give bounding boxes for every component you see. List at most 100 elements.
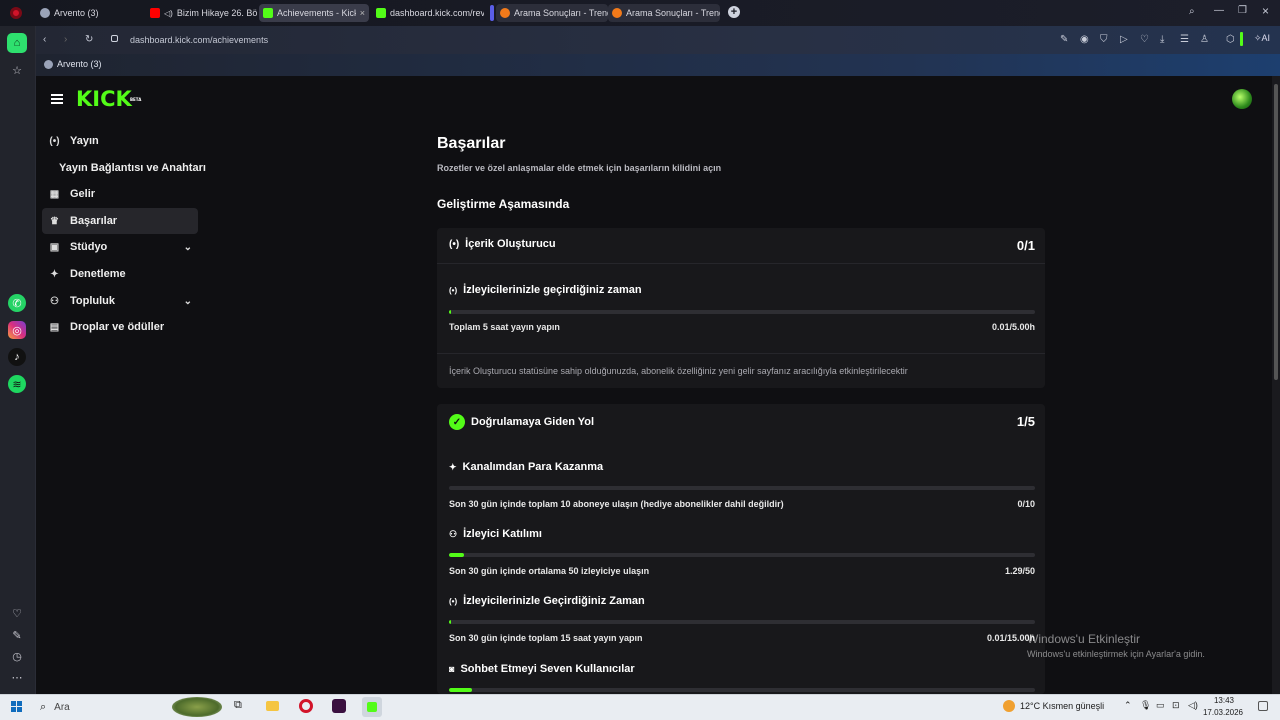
tab-achievements[interactable]: Achievements - Kick D ×	[259, 4, 369, 22]
new-tab-button[interactable]: +	[728, 6, 740, 18]
tiktok-icon[interactable]: ♪	[8, 348, 26, 366]
achievement-item: (•) İzleyicilerinizle geçirdiğiniz zaman	[449, 284, 642, 296]
close-tab-icon[interactable]: ×	[360, 8, 365, 18]
opera-menu-icon[interactable]	[10, 7, 22, 19]
search-tabs-icon[interactable]: ⌕	[1189, 6, 1195, 17]
history-icon[interactable]: ◷	[7, 646, 27, 666]
camera-icon[interactable]: ◉	[1080, 34, 1089, 45]
bookmark-arvento[interactable]: Arvento (3)	[44, 59, 102, 69]
beta-badge: BETA	[130, 97, 142, 102]
divider	[437, 263, 1045, 264]
tab-bizim-hikaye[interactable]: ◁) Bizim Hikaye 26. Bölü	[146, 4, 258, 22]
kick-favicon-icon	[263, 8, 273, 18]
minimize-icon[interactable]: —	[1214, 5, 1224, 16]
item-title: İzleyicilerinizle Geçirdiğiniz Zaman	[463, 595, 645, 607]
clock-date[interactable]: 17.03.2026	[1200, 708, 1246, 717]
microphone-icon[interactable]: 🎙	[1140, 700, 1151, 711]
item-title: Kanalımdan Para Kazanma	[462, 461, 604, 473]
hamburger-icon[interactable]	[51, 94, 63, 104]
spotify-icon[interactable]: ≋	[8, 375, 26, 393]
shield-icon[interactable]: ⛉	[1100, 34, 1108, 45]
ai-label: AI	[1261, 33, 1271, 43]
sidebar-item-yayin[interactable]: (•) Yayın	[42, 128, 198, 154]
sidebar-item-gelir[interactable]: ▦ Gelir	[42, 181, 198, 207]
tab-arvento[interactable]: Arvento (3)	[36, 4, 146, 22]
sidebar-item-yayin-baglantisi[interactable]: Yayın Bağlantısı ve Anahtarı	[53, 155, 213, 181]
sidebar-item-label: Droplar ve ödüller	[70, 321, 165, 333]
tab-group-marker	[490, 5, 494, 21]
windows-start-icon[interactable]	[11, 701, 22, 712]
sidebar-item-topluluk[interactable]: ⚇ Topluluk ⌄	[42, 288, 198, 314]
sidebar-item-label: Stüdyo	[70, 241, 108, 253]
whatsapp-icon[interactable]: ✆	[8, 294, 26, 312]
forward-icon[interactable]: ›	[64, 34, 67, 45]
opera-taskbar-icon[interactable]	[299, 699, 313, 713]
home-icon[interactable]: ⌂	[7, 33, 27, 53]
profile-icon[interactable]: ♙	[1200, 34, 1209, 45]
menu-lines-icon[interactable]: ☰	[1180, 34, 1189, 45]
scrollbar-thumb[interactable]	[1274, 84, 1278, 380]
notification-icon[interactable]	[1258, 701, 1268, 711]
display-icon[interactable]: ▭	[1156, 700, 1165, 711]
download-icon[interactable]: ⤓	[1160, 34, 1164, 45]
instagram-icon[interactable]: ◎	[8, 321, 26, 339]
viewers-icon: ⚇	[449, 528, 458, 539]
sidebar-item-basarilar[interactable]: ♛ Başarılar	[42, 208, 198, 234]
network-icon[interactable]: ⊡	[1172, 700, 1180, 711]
trendyol-favicon-icon	[500, 8, 510, 18]
reload-icon[interactable]: ↻	[85, 34, 93, 45]
restore-icon[interactable]: ❐	[1238, 5, 1247, 16]
notes-icon[interactable]: ✎	[7, 625, 27, 645]
youtube-icon	[150, 8, 160, 18]
url-field[interactable]: dashboard.kick.com/achievements	[130, 35, 268, 45]
achievement-card-icerik-olusturucu	[437, 228, 1045, 388]
heart-icon[interactable]: ♡	[1140, 34, 1149, 45]
arvento-favicon-icon	[44, 59, 53, 69]
activation-watermark-subtitle: Windows'u etkinleştirmek için Ayarlar'a …	[1027, 649, 1205, 659]
section-title: Geliştirme Aşamasında	[437, 197, 570, 211]
progress-bar	[449, 688, 1035, 692]
weather-widget[interactable]: 12°C Kısmen güneşli	[1003, 700, 1104, 712]
progress-bar	[449, 486, 1035, 490]
broadcast-icon: (•)	[449, 238, 460, 250]
play-icon[interactable]: ▷	[1120, 34, 1128, 45]
extensions-icon[interactable]: ⬡	[1226, 34, 1235, 45]
app-taskbar-icon[interactable]	[332, 699, 346, 713]
card-header: (•) İçerik Oluşturucu	[449, 238, 556, 250]
chevron-down-icon[interactable]: ⌄	[184, 242, 192, 253]
kick-taskbar-icon[interactable]	[362, 697, 382, 717]
file-explorer-icon[interactable]	[266, 701, 279, 711]
progress-text: 0.01/15.00h	[986, 633, 1035, 643]
sidebar-item-denetleme[interactable]: ✦ Denetleme	[42, 261, 198, 287]
more-icon[interactable]: ⋯	[7, 667, 27, 687]
volume-icon[interactable]: ◁)	[1188, 700, 1198, 711]
progress-bar	[449, 620, 1035, 624]
favorites-icon[interactable]: ♡	[7, 603, 27, 623]
tab-trendyol-2[interactable]: Arama Sonuçları - Trendy	[608, 4, 720, 22]
item-description: Son 30 gün içinde toplam 10 aboneye ulaş…	[449, 499, 784, 509]
star-icon[interactable]: ☆	[7, 60, 27, 80]
avatar[interactable]	[1232, 89, 1252, 109]
chevron-down-icon[interactable]: ⌄	[184, 296, 192, 307]
tab-dashboard[interactable]: dashboard.kick.com/reve	[372, 4, 484, 22]
arvento-favicon-icon	[40, 8, 50, 18]
task-view-icon[interactable]: ⧉	[234, 699, 242, 712]
close-window-icon[interactable]: ×	[1262, 4, 1269, 18]
clock-time[interactable]: 13:43	[1206, 696, 1242, 705]
search-placeholder: Ara	[54, 701, 70, 713]
tab-trendyol-1[interactable]: Arama Sonuçları - Trendy	[496, 4, 608, 22]
wrench-icon: ✦	[50, 268, 59, 280]
sidebar-item-droplar[interactable]: ▤ Droplar ve ödüller	[42, 314, 198, 340]
sidebar-item-label: Denetleme	[70, 268, 126, 280]
item-description: Toplam 5 saat yayın yapın	[449, 322, 560, 332]
kick-logo[interactable]: KICK BETA	[76, 89, 141, 110]
tray-chevron-icon[interactable]: ⌃	[1124, 700, 1132, 711]
edit-icon[interactable]: ✎	[1060, 34, 1068, 45]
sidebar-item-studyo[interactable]: ▣ Stüdyo ⌄	[42, 234, 198, 260]
ai-button[interactable]: ✧AI	[1254, 33, 1270, 44]
bookmarks-bar	[36, 54, 1280, 76]
sidebar-toggle-indicator[interactable]	[1240, 32, 1243, 46]
card-score: 1/5	[1016, 414, 1035, 429]
search-highlight-image	[172, 697, 222, 717]
back-icon[interactable]: ‹	[43, 34, 46, 45]
